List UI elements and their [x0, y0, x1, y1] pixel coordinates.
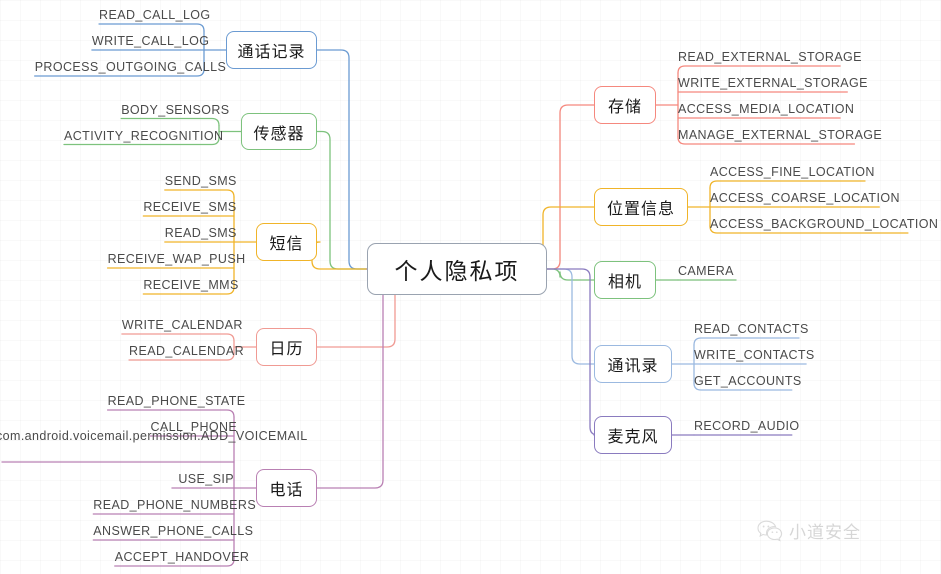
leaf-label[interactable]: WRITE_CALL_LOG [92, 34, 209, 51]
branch-node-sms[interactable]: 短信 [256, 223, 317, 261]
branch-node-label: 传感器 [253, 125, 305, 143]
leaf-label[interactable]: CAMERA [678, 264, 736, 281]
branch-node-calendar[interactable]: 日历 [256, 328, 317, 366]
leaf-label[interactable]: ACCESS_COARSE_LOCATION [710, 191, 899, 208]
branch-node-label: 电话 [269, 482, 304, 499]
leaf-label[interactable]: BODY_SENSORS [121, 103, 229, 120]
watermark-text: 小道安全 [789, 523, 861, 542]
branch-node-label: 短信 [269, 236, 304, 253]
wechat-icon [757, 520, 783, 542]
leaf-label[interactable]: RECORD_AUDIO [694, 419, 799, 436]
leaf-label[interactable]: WRITE_CALENDAR [122, 318, 243, 335]
leaf-label[interactable]: READ_CONTACTS [694, 322, 808, 339]
leaf-label[interactable]: SEND_SMS [165, 174, 237, 191]
mindmap-canvas: 个人隐私项 通话记录 READ_CALL_LOG WRITE_CALL_LOG PRO… [0, 0, 941, 574]
branch-node-label: 存储 [607, 99, 642, 116]
leaf-label[interactable]: GET_ACCOUNTS [694, 374, 801, 391]
branch-node-sensor[interactable]: 传感器 [241, 113, 317, 150]
leaf-label[interactable]: ACTIVITY_RECOGNITION [64, 129, 223, 146]
leaf-label[interactable]: ACCESS_FINE_LOCATION [710, 165, 874, 182]
leaf-label[interactable]: READ_SMS [165, 226, 237, 243]
branch-node-label: 通讯录 [607, 358, 659, 375]
leaf-label[interactable]: RECEIVE_MMS [143, 278, 238, 295]
branch-node-contacts[interactable]: 通讯录 [594, 345, 672, 383]
leaf-label[interactable]: WRITE_EXTERNAL_STORAGE [678, 76, 867, 93]
leaf-label[interactable]: com.android.voicemail.permission.ADD_VOI… [0, 429, 307, 446]
leaf-label[interactable]: RECEIVE_WAP_PUSH [108, 252, 246, 269]
leaf-label[interactable]: READ_PHONE_STATE [108, 394, 246, 411]
leaf-label[interactable]: READ_PHONE_NUMBERS [93, 498, 255, 515]
branch-node-label: 相机 [607, 274, 642, 291]
leaf-label[interactable]: READ_CALL_LOG [99, 8, 210, 25]
branch-node-call-log[interactable]: 通话记录 [226, 31, 317, 69]
branch-node-microphone[interactable]: 麦克风 [594, 416, 672, 454]
branch-node-label: 麦克风 [607, 429, 659, 446]
leaf-label[interactable]: USE_SIP [172, 472, 234, 489]
watermark: 小道安全 [757, 518, 861, 543]
branch-node-location[interactable]: 位置信息 [594, 188, 688, 226]
leaf-label[interactable]: ACCESS_MEDIA_LOCATION [678, 102, 854, 119]
branch-node-label: 通话记录 [237, 44, 306, 61]
leaf-label[interactable]: PROCESS_OUTGOING_CALLS [35, 60, 226, 77]
leaf-label[interactable]: ACCEPT_HANDOVER [115, 550, 249, 567]
leaf-label[interactable]: READ_CALENDAR [129, 344, 244, 361]
leaf-label[interactable]: MANAGE_EXTERNAL_STORAGE [678, 128, 882, 145]
leaf-label[interactable]: READ_EXTERNAL_STORAGE [678, 50, 862, 67]
branch-node-label: 日历 [269, 341, 304, 358]
leaf-label[interactable]: WRITE_CONTACTS [694, 348, 814, 365]
branch-node-label: 位置信息 [606, 201, 675, 218]
leaf-label[interactable]: RECEIVE_SMS [143, 200, 236, 217]
branch-node-storage[interactable]: 存储 [594, 86, 656, 124]
leaf-label[interactable]: ANSWER_PHONE_CALLS [93, 524, 253, 541]
leaf-label[interactable]: ACCESS_BACKGROUND_LOCATION [710, 217, 938, 234]
branch-node-camera[interactable]: 相机 [594, 261, 656, 299]
center-node[interactable]: 个人隐私项 [367, 243, 547, 295]
branch-node-phone[interactable]: 电话 [256, 469, 317, 507]
